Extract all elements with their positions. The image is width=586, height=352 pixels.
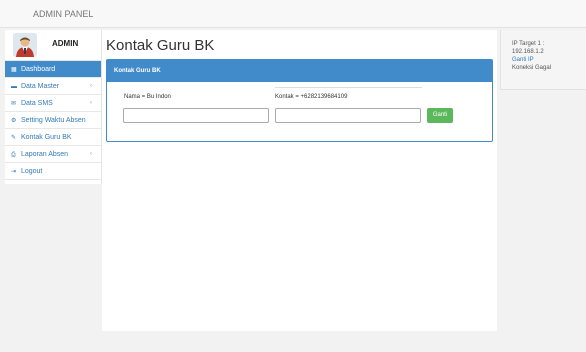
gear-icon: ⚙	[11, 118, 17, 124]
ip-address: 192.168.1.2	[512, 49, 544, 55]
brand-title[interactable]: ADMIN PANEL	[33, 9, 93, 19]
sidebar: ADMIN ▦ Dashboard ▬ Data Master ‹ ✉ Data…	[5, 30, 102, 184]
sidebar-item-label: Setting Waktu Absen	[20, 117, 86, 124]
sidebar-item-label: Data SMS	[20, 100, 53, 107]
sidebar-item-data-sms[interactable]: ✉ Data SMS ‹	[5, 95, 101, 112]
ganti-button[interactable]: Ganti	[427, 108, 453, 123]
main-content: Kontak Guru BK Kontak Guru BK	[102, 30, 497, 331]
logout-icon: ⇥	[11, 169, 17, 175]
mail-icon: ✉	[11, 101, 17, 107]
sidebar-item-dashboard[interactable]: ▦ Dashboard	[5, 61, 101, 78]
edit-icon: ✎	[11, 135, 17, 141]
sidebar-item-kontak-guru-bk[interactable]: ✎ Kontak Guru BK	[5, 129, 101, 146]
name-input[interactable]	[123, 108, 269, 123]
sidebar-item-laporan-absen[interactable]: ⎙ Laporan Absen ‹	[5, 146, 101, 163]
sidebar-item-logout[interactable]: ⇥ Logout	[5, 163, 101, 180]
sidebar-item-data-master[interactable]: ▬ Data Master ‹	[5, 78, 101, 95]
dashboard-icon: ▦	[11, 67, 17, 73]
sidebar-item-label: Data Master	[20, 83, 60, 90]
sidebar-item-label: Logout	[20, 168, 43, 175]
top-navbar: ADMIN PANEL	[0, 0, 586, 28]
folder-icon: ▬	[11, 84, 17, 90]
chevron-left-icon: ‹	[90, 100, 92, 106]
sidebar-item-label: Kontak Guru BK	[20, 134, 72, 141]
contact-phone: Kontak = +6282139684109	[275, 94, 348, 100]
chevron-left-icon: ‹	[90, 83, 92, 89]
connection-status: Koneksi Gagal	[512, 65, 552, 71]
avatar	[13, 33, 37, 57]
contact-name: Nama = Bu Indon	[124, 94, 171, 100]
phone-input[interactable]	[275, 108, 421, 123]
sidebar-item-label: Laporan Absen	[20, 151, 69, 158]
ip-target-label: IP Target 1 :	[512, 41, 545, 47]
print-icon: ⎙	[11, 152, 16, 158]
user-avatar-icon	[13, 33, 37, 57]
chevron-left-icon: ‹	[90, 151, 92, 157]
profile-header: ADMIN	[5, 30, 101, 61]
divider	[275, 87, 422, 88]
contact-panel: Kontak Guru BK	[106, 59, 493, 142]
panel-heading: Kontak Guru BK	[107, 60, 492, 82]
page-title: Kontak Guru BK	[106, 37, 215, 54]
profile-name: ADMIN	[52, 39, 79, 48]
change-ip-link[interactable]: Ganti IP	[512, 57, 534, 63]
connection-panel: IP Target 1 : 192.168.1.2 Ganti IP Konek…	[500, 30, 586, 90]
sidebar-item-setting-waktu-absen[interactable]: ⚙ Setting Waktu Absen	[5, 112, 101, 129]
sidebar-item-label: Dashboard	[20, 66, 56, 73]
